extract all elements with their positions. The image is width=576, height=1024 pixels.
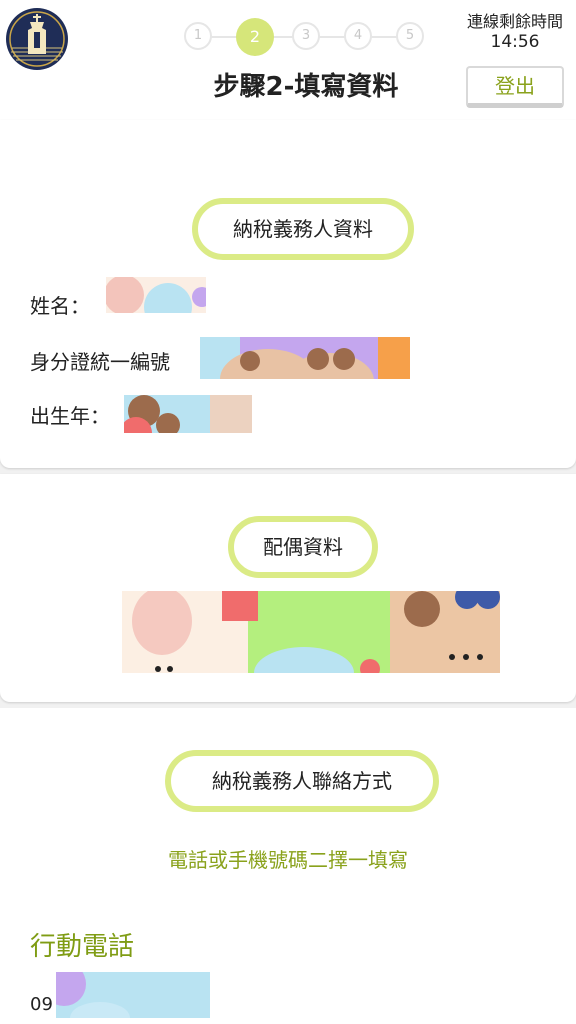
logout-button[interactable]: 登出 [466, 66, 564, 108]
page-title: 步驟2-填寫資料 [213, 72, 399, 102]
spouse-info-redaction-sticker [122, 591, 500, 673]
step-indicator-1: 1 [184, 22, 212, 50]
id-number-label: 身分證統一編號 [30, 350, 170, 374]
mobile-phone-redaction-sticker [56, 972, 210, 1018]
step-connector [370, 36, 397, 38]
session-timer-value: 14:56 [490, 32, 540, 52]
name-redaction-sticker [106, 277, 206, 313]
step-indicator-4: 4 [344, 22, 372, 50]
contact-hint-text: 電話或手機號碼二擇一填寫 [168, 848, 408, 872]
id-number-redaction-sticker [200, 337, 410, 379]
mobile-phone-prefix: 09 [30, 994, 53, 1015]
name-label: 姓名： [30, 294, 90, 318]
step-connector [211, 36, 237, 38]
mobile-phone-heading: 行動電話 [30, 932, 135, 962]
contact-info-section-title: 納稅義務人聯絡方式 [165, 750, 439, 812]
step-connector [271, 36, 293, 38]
spouse-info-section-title: 配偶資料 [228, 516, 378, 578]
step-indicator-5: 5 [396, 22, 424, 50]
county-emblem-logo [6, 8, 68, 70]
birth-year-redaction-sticker [124, 395, 252, 433]
step-connector [318, 36, 345, 38]
taxpayer-info-section-title: 納稅義務人資料 [192, 198, 414, 260]
step-indicator-2-active: 2 [236, 18, 274, 56]
birth-year-label: 出生年： [30, 404, 110, 428]
session-timer-label: 連線剩餘時間 [466, 12, 563, 31]
step-indicator-3: 3 [292, 22, 320, 50]
